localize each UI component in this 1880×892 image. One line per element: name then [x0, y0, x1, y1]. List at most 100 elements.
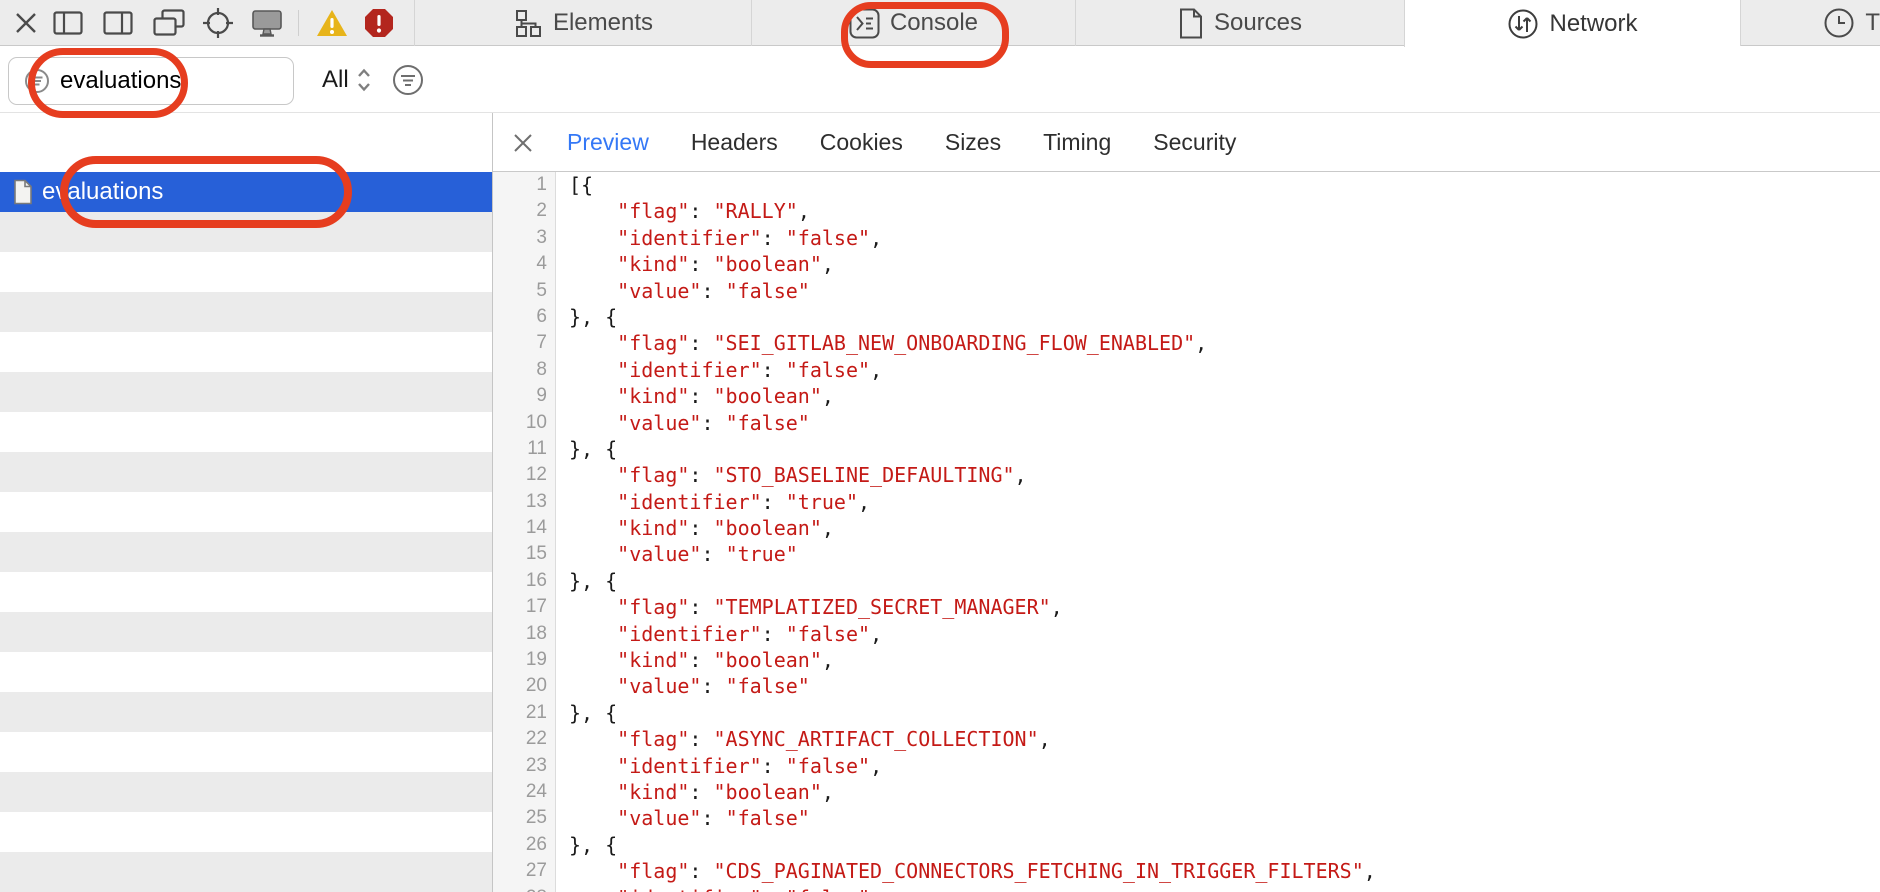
code-line: "kind": "boolean", [569, 251, 1880, 277]
line-number: 19 [493, 647, 547, 673]
line-number: 25 [493, 805, 547, 831]
tab-elements[interactable]: Elements [414, 0, 751, 46]
detail-tab-sizes[interactable]: Sizes [945, 129, 1001, 156]
filter-input[interactable] [60, 67, 270, 95]
tab-console-label: Console [890, 9, 978, 37]
line-number: 6 [493, 304, 547, 330]
line-number: 21 [493, 700, 547, 726]
code-line: "value": "false" [569, 673, 1880, 699]
line-number: 1 [493, 172, 547, 198]
toolbar-separator [298, 10, 299, 36]
code-line: [{ [569, 172, 1880, 198]
empty-row-stripes [0, 212, 492, 892]
scope-dropdown[interactable]: All [322, 46, 372, 113]
tab-timelines[interactable]: T [1740, 0, 1880, 46]
line-number: 22 [493, 726, 547, 752]
clock-icon [1823, 7, 1855, 39]
tab-network[interactable]: Network [1404, 0, 1740, 47]
code-lines: [{ "flag": "RALLY", "identifier": "false… [557, 172, 1880, 892]
request-row-evaluations[interactable]: evaluations [0, 172, 492, 212]
code-line: "flag": "CDS_PAGINATED_CONNECTORS_FETCHI… [569, 858, 1880, 884]
code-line: "identifier": "false", [569, 225, 1880, 251]
code-line: "value": "true" [569, 541, 1880, 567]
line-number: 11 [493, 436, 547, 462]
line-number: 14 [493, 515, 547, 541]
line-number: 13 [493, 489, 547, 515]
warning-triangle-icon[interactable] [316, 7, 348, 39]
transfer-arrows-icon [1507, 8, 1539, 40]
detail-tab-cookies[interactable]: Cookies [820, 129, 903, 156]
line-number: 15 [493, 541, 547, 567]
resource-filter-field[interactable] [8, 57, 294, 105]
close-icon[interactable] [10, 7, 42, 39]
tab-timelines-label: T [1865, 9, 1880, 37]
code-line: "value": "false" [569, 805, 1880, 831]
line-number: 4 [493, 251, 547, 277]
code-line: }, { [569, 700, 1880, 726]
request-list-panel: evaluations [0, 113, 493, 892]
line-number-column: 1234567891011121314151617181920212223242… [493, 172, 547, 892]
device-icon[interactable] [251, 7, 283, 39]
detail-tab-headers[interactable]: Headers [691, 129, 778, 156]
line-number: 7 [493, 330, 547, 356]
code-line: "value": "false" [569, 410, 1880, 436]
dock-right-icon[interactable] [102, 7, 134, 39]
detail-tab-bar: Preview Headers Cookies Sizes Timing Sec… [493, 113, 1880, 172]
detail-tab-security[interactable]: Security [1153, 129, 1236, 156]
line-number: 24 [493, 779, 547, 805]
code-line: "flag": "RALLY", [569, 198, 1880, 224]
code-line: "identifier": "false", [569, 753, 1880, 779]
code-line: "kind": "boolean", [569, 779, 1880, 805]
tab-sources-label: Sources [1214, 9, 1302, 37]
line-number: 12 [493, 462, 547, 488]
code-line: "kind": "boolean", [569, 383, 1880, 409]
line-number: 27 [493, 858, 547, 884]
code-line: }, { [569, 568, 1880, 594]
scope-label: All [322, 66, 349, 94]
code-line: "identifier": "false", [569, 357, 1880, 383]
filter-lines-circle-icon [23, 67, 51, 95]
tab-network-label: Network [1549, 10, 1637, 38]
filter-bar: All [0, 46, 1880, 113]
code-line: "kind": "boolean", [569, 515, 1880, 541]
line-number: 16 [493, 568, 547, 594]
code-line: "flag": "ASYNC_ARTIFACT_COLLECTION", [569, 726, 1880, 752]
file-icon [13, 179, 33, 205]
filter-options-button[interactable] [391, 63, 425, 97]
code-line: "flag": "STO_BASELINE_DEFAULTING", [569, 462, 1880, 488]
inspect-element-icon[interactable] [202, 7, 234, 39]
code-line: }, { [569, 436, 1880, 462]
line-number: 23 [493, 753, 547, 779]
code-line: "flag": "SEI_GITLAB_NEW_ONBOARDING_FLOW_… [569, 330, 1880, 356]
line-number: 10 [493, 410, 547, 436]
detail-tab-preview[interactable]: Preview [567, 129, 649, 156]
line-number: 28 [493, 885, 547, 892]
code-line: }, { [569, 304, 1880, 330]
line-number: 17 [493, 594, 547, 620]
code-line: "value": "false" [569, 278, 1880, 304]
code-line: }, { [569, 832, 1880, 858]
code-line: "identifier": "false", [569, 885, 1880, 892]
tab-elements-label: Elements [553, 9, 653, 37]
dock-left-icon[interactable] [52, 7, 84, 39]
error-octagon-icon[interactable] [363, 7, 395, 39]
code-line: "flag": "TEMPLATIZED_SECRET_MANAGER", [569, 594, 1880, 620]
code-line: "kind": "boolean", [569, 647, 1880, 673]
line-number: 3 [493, 225, 547, 251]
tab-sources[interactable]: Sources [1075, 0, 1404, 46]
detail-tab-timing[interactable]: Timing [1043, 129, 1111, 156]
line-number: 8 [493, 357, 547, 383]
up-down-chevrons-icon [356, 67, 372, 93]
detach-window-icon[interactable] [153, 7, 185, 39]
line-number: 20 [493, 673, 547, 699]
code-line: "identifier": "true", [569, 489, 1880, 515]
request-row-label: evaluations [42, 178, 163, 206]
line-number: 18 [493, 621, 547, 647]
document-icon [1178, 8, 1204, 39]
code-line: "identifier": "false", [569, 621, 1880, 647]
line-number: 26 [493, 832, 547, 858]
tab-console[interactable]: Console [751, 0, 1075, 46]
terminal-icon [849, 8, 880, 39]
preview-pane: 1234567891011121314151617181920212223242… [493, 172, 1880, 892]
toolbar: Elements Console Sources Network T [0, 0, 1880, 46]
